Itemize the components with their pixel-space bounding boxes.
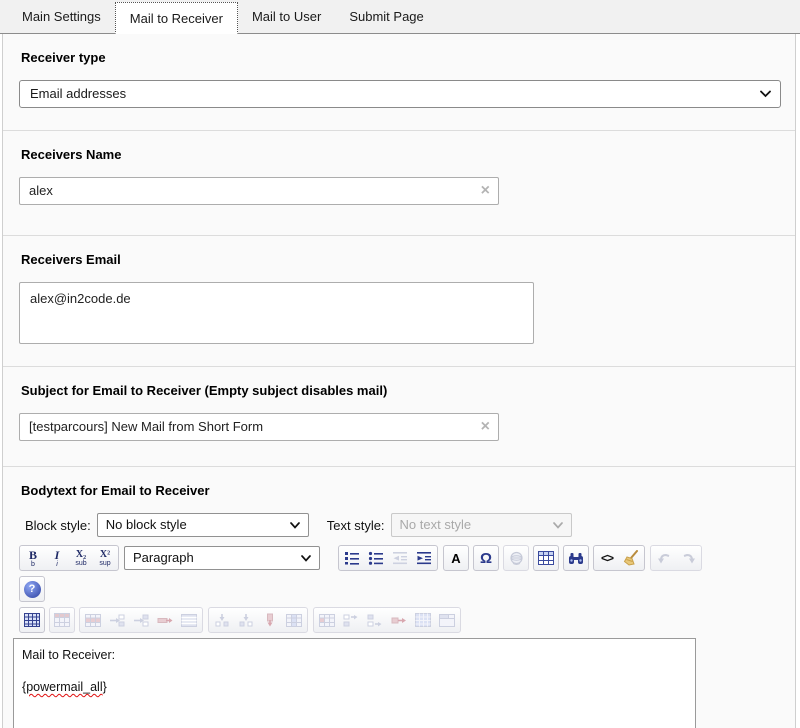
text-style-label: Text style: bbox=[327, 518, 385, 533]
italic-button[interactable]: Ii bbox=[45, 546, 69, 570]
bodytext-label: Bodytext for Email to Receiver bbox=[21, 483, 781, 498]
receivers-email-label: Receivers Email bbox=[21, 252, 781, 267]
bold-button[interactable]: Bb bbox=[21, 546, 45, 570]
receivers-name-value: alex bbox=[29, 178, 472, 204]
superscript-button[interactable]: X²sup bbox=[93, 546, 117, 570]
chevron-down-icon bbox=[290, 522, 300, 529]
misspelled-word: powermail_all bbox=[26, 680, 102, 694]
cell-operations-group bbox=[313, 607, 461, 633]
rte-toolbar-row-1: Bb Ii X₂sub X²sup Paragraph bbox=[19, 545, 781, 571]
rte-toolbar-row-2 bbox=[19, 607, 781, 633]
ordered-list-icon[interactable] bbox=[340, 546, 364, 570]
editor-line-2: {powermail_all} bbox=[22, 680, 695, 694]
split-row-icon bbox=[177, 608, 201, 632]
list-group bbox=[338, 545, 438, 571]
block-style-label: Block style: bbox=[25, 518, 91, 533]
clear-field-icon[interactable]: × bbox=[481, 414, 490, 440]
subject-label: Subject for Email to Receiver (Empty sub… bbox=[21, 383, 781, 398]
format-group: Bb Ii X₂sub X²sup bbox=[19, 545, 119, 571]
rte-editor-area[interactable]: Mail to Receiver: {powermail_all} bbox=[13, 638, 696, 728]
help-button[interactable]: ? bbox=[19, 576, 45, 602]
block-style-value: No block style bbox=[106, 514, 187, 536]
tab-mail-to-user[interactable]: Mail to User bbox=[238, 0, 335, 33]
column-operations-group bbox=[208, 607, 308, 633]
receivers-email-value: alex@in2code.de bbox=[30, 291, 131, 306]
section-bodytext: Bodytext for Email to Receiver Block sty… bbox=[3, 467, 795, 727]
rte-style-row: Block style: No block style Text style: … bbox=[25, 513, 781, 537]
section-subject: Subject for Email to Receiver (Empty sub… bbox=[3, 367, 795, 467]
block-style-select[interactable]: No block style bbox=[97, 513, 309, 537]
delete-row-icon bbox=[153, 608, 177, 632]
chevron-down-icon bbox=[553, 522, 563, 529]
receiver-type-selected-value: Email addresses bbox=[30, 81, 126, 107]
insert-cell-after-icon bbox=[363, 608, 387, 632]
column-properties-icon bbox=[282, 608, 306, 632]
rte-help-row: ? bbox=[19, 576, 781, 602]
help-icon: ? bbox=[24, 581, 41, 598]
chevron-down-icon bbox=[301, 555, 311, 562]
tab-bar: Main Settings Mail to Receiver Mail to U… bbox=[0, 0, 800, 34]
section-receivers-email: Receivers Email alex@in2code.de bbox=[3, 236, 795, 367]
table-properties-icon bbox=[49, 607, 75, 633]
tab-main-settings[interactable]: Main Settings bbox=[8, 0, 115, 33]
special-character-button[interactable]: Ω bbox=[473, 545, 499, 571]
chevron-down-icon bbox=[760, 90, 771, 98]
tab-submit-page[interactable]: Submit Page bbox=[335, 0, 437, 33]
section-receiver-type: Receiver type Email addresses bbox=[3, 34, 795, 131]
insert-link-icon bbox=[503, 545, 529, 571]
editor-line-1: Mail to Receiver: bbox=[22, 648, 695, 662]
receivers-email-textarea[interactable]: alex@in2code.de bbox=[19, 282, 534, 344]
source-cleanup-group: <> bbox=[593, 545, 645, 571]
receivers-name-input[interactable]: alex × bbox=[19, 177, 499, 205]
subscript-button[interactable]: X₂sub bbox=[69, 546, 93, 570]
paragraph-format-select[interactable]: Paragraph bbox=[124, 546, 320, 570]
receiver-type-select[interactable]: Email addresses bbox=[19, 80, 781, 108]
cell-properties-icon bbox=[315, 608, 339, 632]
row-operations-group bbox=[79, 607, 203, 633]
delete-column-icon bbox=[258, 608, 282, 632]
insert-column-before-icon bbox=[210, 608, 234, 632]
insert-table-button[interactable] bbox=[533, 545, 559, 571]
text-color-button[interactable]: A bbox=[443, 545, 469, 571]
row-properties-icon bbox=[81, 608, 105, 632]
delete-cell-icon bbox=[387, 608, 411, 632]
undo-redo-group bbox=[650, 545, 702, 571]
insert-row-before-icon bbox=[105, 608, 129, 632]
cleanup-broom-icon[interactable] bbox=[619, 546, 643, 570]
receiver-type-label: Receiver type bbox=[21, 50, 781, 65]
insert-column-after-icon bbox=[234, 608, 258, 632]
toggle-table-borders-button[interactable] bbox=[19, 607, 45, 633]
find-replace-icon[interactable] bbox=[563, 545, 589, 571]
undo-icon bbox=[652, 546, 676, 570]
text-style-select: No text style bbox=[391, 513, 572, 537]
clear-field-icon[interactable]: × bbox=[481, 178, 490, 204]
redo-icon bbox=[676, 546, 700, 570]
tab-mail-to-receiver[interactable]: Mail to Receiver bbox=[115, 2, 238, 34]
outdent-icon bbox=[388, 546, 412, 570]
subject-value: [testparcours] New Mail from Short Form bbox=[29, 414, 472, 440]
insert-cell-before-icon bbox=[339, 608, 363, 632]
insert-row-after-icon bbox=[129, 608, 153, 632]
unordered-list-icon[interactable] bbox=[364, 546, 388, 570]
tab-content-panel: Receiver type Email addresses Receivers … bbox=[2, 34, 796, 728]
subject-input[interactable]: [testparcours] New Mail from Short Form … bbox=[19, 413, 499, 441]
view-source-button[interactable]: <> bbox=[595, 546, 619, 570]
text-style-value: No text style bbox=[400, 514, 472, 536]
merge-cells-icon bbox=[411, 608, 435, 632]
indent-icon[interactable] bbox=[412, 546, 436, 570]
receivers-name-label: Receivers Name bbox=[21, 147, 781, 162]
paragraph-format-value: Paragraph bbox=[133, 547, 194, 569]
section-receivers-name: Receivers Name alex × bbox=[3, 131, 795, 236]
split-cell-icon bbox=[435, 608, 459, 632]
